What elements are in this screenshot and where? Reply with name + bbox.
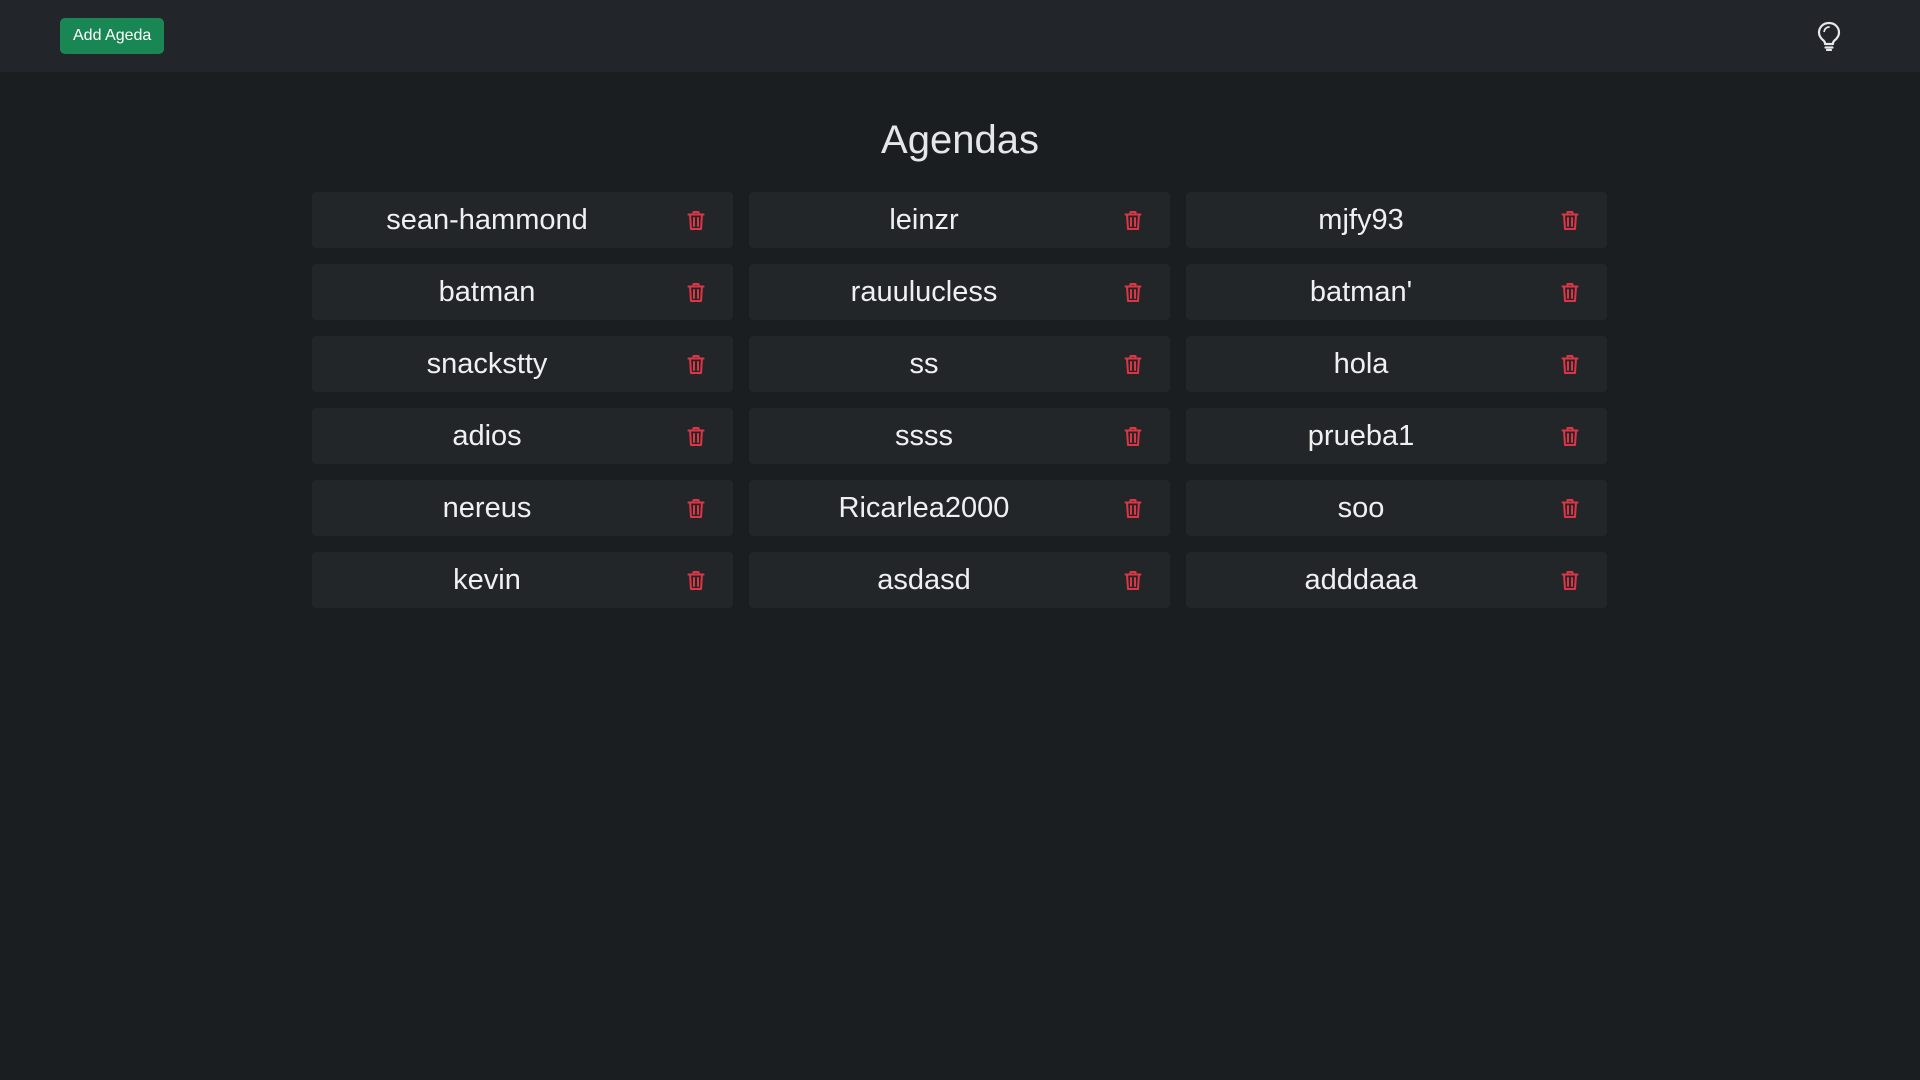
agenda-name[interactable]: sean-hammond (312, 192, 662, 248)
agenda-card[interactable]: asdasd (749, 552, 1170, 608)
trash-icon[interactable] (1121, 424, 1145, 448)
trash-icon[interactable] (1121, 496, 1145, 520)
agenda-name[interactable]: prueba1 (1186, 408, 1536, 464)
agenda-name[interactable]: ssss (749, 408, 1099, 464)
trash-icon[interactable] (1558, 568, 1582, 592)
agenda-card[interactable]: batman (312, 264, 733, 320)
trash-icon[interactable] (1558, 352, 1582, 376)
agenda-name[interactable]: Ricarlea2000 (749, 480, 1099, 536)
agenda-card[interactable]: ssss (749, 408, 1170, 464)
trash-icon[interactable] (1558, 424, 1582, 448)
agenda-card[interactable]: Ricarlea2000 (749, 480, 1170, 536)
add-agenda-button[interactable]: Add Ageda (60, 18, 165, 54)
agenda-name[interactable]: kevin (312, 552, 662, 608)
page-title: Agendas (881, 118, 1039, 162)
agenda-grid: sean-hammond leinzr mjfy93 batman rauulucles… (312, 192, 1608, 608)
agenda-card[interactable]: kevin (312, 552, 733, 608)
agenda-name[interactable]: rauulucless (749, 264, 1099, 320)
agenda-name[interactable]: adddaaa (1186, 552, 1536, 608)
agenda-card[interactable]: nereus (312, 480, 733, 536)
agenda-card[interactable]: sean-hammond (312, 192, 733, 248)
agenda-name[interactable]: mjfy93 (1186, 192, 1536, 248)
trash-icon[interactable] (1121, 280, 1145, 304)
agenda-card[interactable]: leinzr (749, 192, 1170, 248)
agenda-card[interactable]: mjfy93 (1186, 192, 1607, 248)
trash-icon[interactable] (684, 496, 708, 520)
agenda-name[interactable]: soo (1186, 480, 1536, 536)
trash-icon[interactable] (1558, 280, 1582, 304)
agenda-card[interactable]: hola (1186, 336, 1607, 392)
trash-icon[interactable] (684, 208, 708, 232)
trash-icon[interactable] (1121, 352, 1145, 376)
agenda-card[interactable]: adios (312, 408, 733, 464)
trash-icon[interactable] (1121, 208, 1145, 232)
agenda-name[interactable]: nereus (312, 480, 662, 536)
agenda-name[interactable]: batman' (1186, 264, 1536, 320)
trash-icon[interactable] (684, 424, 708, 448)
agenda-name[interactable]: batman (312, 264, 662, 320)
agenda-name[interactable]: asdasd (749, 552, 1099, 608)
agenda-card[interactable]: prueba1 (1186, 408, 1607, 464)
trash-icon[interactable] (1558, 208, 1582, 232)
agenda-card[interactable]: adddaaa (1186, 552, 1607, 608)
trash-icon[interactable] (684, 352, 708, 376)
agenda-name[interactable]: adios (312, 408, 662, 464)
agenda-card[interactable]: batman' (1186, 264, 1607, 320)
agenda-card[interactable]: ss (749, 336, 1170, 392)
trash-icon[interactable] (1121, 568, 1145, 592)
agenda-name[interactable]: hola (1186, 336, 1536, 392)
agenda-name[interactable]: ss (749, 336, 1099, 392)
trash-icon[interactable] (1558, 496, 1582, 520)
top-navbar: Add Ageda (0, 0, 1920, 72)
trash-icon[interactable] (684, 568, 708, 592)
agenda-card[interactable]: soo (1186, 480, 1607, 536)
agenda-name[interactable]: leinzr (749, 192, 1099, 248)
lightbulb-icon[interactable] (1814, 20, 1844, 52)
agenda-card[interactable]: snackstty (312, 336, 733, 392)
agenda-name[interactable]: snackstty (312, 336, 662, 392)
agenda-card[interactable]: rauulucless (749, 264, 1170, 320)
trash-icon[interactable] (684, 280, 708, 304)
